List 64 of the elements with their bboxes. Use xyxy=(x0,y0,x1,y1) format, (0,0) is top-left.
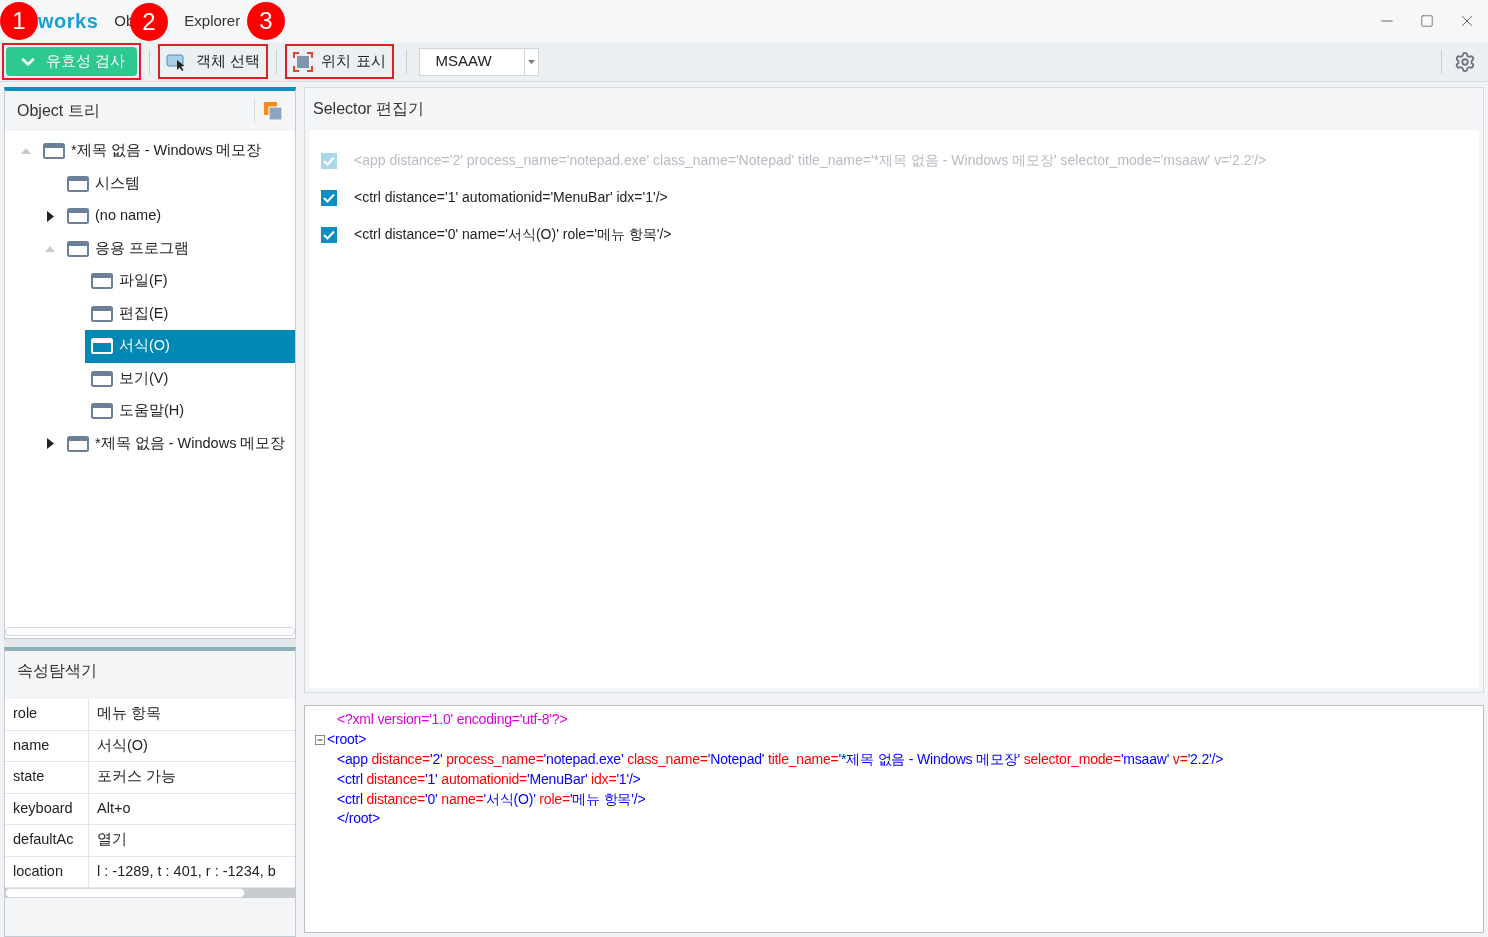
tree-item[interactable]: 편집(E) xyxy=(85,297,177,330)
selector-line: <ctrl distance='0' name='서식(O)' role='메뉴 항목'/> xyxy=(354,225,672,244)
app-logo: works xyxy=(38,9,99,34)
settings-icon[interactable] xyxy=(1454,50,1476,73)
xml-line: <root> xyxy=(327,730,367,750)
window-icon xyxy=(43,143,65,160)
scrollbar-thumb[interactable] xyxy=(5,888,245,898)
checkbox[interactable] xyxy=(321,189,337,206)
xml-line: <ctrl distance='0' name='서식(O)' role='메뉴 항목'/> xyxy=(337,789,646,809)
window-icon xyxy=(67,208,89,225)
window-icon xyxy=(91,273,113,290)
tree-item[interactable]: 도움말(H) xyxy=(85,395,193,428)
window-icon xyxy=(67,240,89,257)
collapse-box-icon[interactable] xyxy=(315,734,325,745)
panel-title: Object 트리 xyxy=(17,101,100,121)
maximize-icon[interactable] xyxy=(1420,14,1434,28)
highlight-box-icon xyxy=(293,51,314,72)
horizontal-scrollbar[interactable] xyxy=(5,627,295,636)
tree-item[interactable]: (no name) xyxy=(61,200,170,233)
tree-item[interactable]: *제목 없음 - Windows 메모장 xyxy=(61,427,294,460)
panel-title: Selector 편집기 xyxy=(313,99,425,119)
window-title: Explorer xyxy=(184,10,241,31)
window-icon xyxy=(67,175,89,192)
xml-line: <?xml version='1.0' encoding='utf-8'?> xyxy=(337,710,568,730)
selector-line: <ctrl distance='1' automationid='MenuBar' idx='1'/> xyxy=(354,188,668,207)
tree-item[interactable]: *제목 없음 - Windows 메모장 xyxy=(37,135,270,168)
property-name: keyboard xyxy=(5,793,89,824)
xml-line: <ctrl distance='1' automationid='MenuBar' idx='1'/> xyxy=(337,769,641,789)
locate-button[interactable]: 위치 표시 xyxy=(285,44,394,79)
collapse-arrow-icon[interactable] xyxy=(45,245,55,252)
caret-icon xyxy=(527,59,535,64)
mode-dropdown[interactable]: MSAAW xyxy=(418,47,539,76)
window-icon xyxy=(67,435,89,452)
tree-item[interactable]: 서식(O) xyxy=(85,330,295,363)
property-name: role xyxy=(5,699,89,730)
tree-item[interactable]: 시스템 xyxy=(61,167,148,200)
property-value: 열기 xyxy=(96,830,128,850)
xml-line: <app distance='2' process_name='notepad.exe' class_name='Notepad' title_name='*제목 없음 - Windows 메모장' selector_mode='msaaw' v='2.2'/> xyxy=(337,750,1224,769)
copy-icon[interactable] xyxy=(263,101,283,121)
property-name: name xyxy=(5,730,89,761)
property-name: state xyxy=(5,762,89,793)
tree-item[interactable]: 보기(V) xyxy=(85,362,177,395)
xml-line: </root> xyxy=(337,809,380,829)
tree-item[interactable]: 응용 프로그램 xyxy=(61,232,198,265)
window-icon xyxy=(91,338,113,355)
window-icon xyxy=(91,305,113,322)
tree-item[interactable]: 파일(F) xyxy=(85,265,176,298)
property-value: 포커스 가능 xyxy=(96,767,178,787)
property-value: 메뉴 항목 xyxy=(96,704,163,724)
checkbox[interactable] xyxy=(321,226,337,243)
collapse-arrow-icon[interactable] xyxy=(21,148,31,155)
expand-arrow-icon[interactable] xyxy=(46,210,54,222)
horizontal-scrollbar[interactable] xyxy=(5,888,295,898)
window-icon xyxy=(91,403,113,420)
panel-title: 속성탐색기 xyxy=(17,661,97,681)
property-value: 서식(O) xyxy=(96,735,149,755)
property-name: location xyxy=(5,856,89,887)
select-object-button[interactable]: 객체 선택 xyxy=(158,44,269,79)
property-name: defaultAc xyxy=(5,825,89,856)
selector-line: <app distance='2' process_name='notepad.exe' class_name='Notepad' title_name='*제목 없음 - Windows 메모장' selector_mode='msaaw' v='2.2'/> xyxy=(354,151,1267,170)
property-value: Alt+o xyxy=(96,798,132,818)
window-icon xyxy=(91,370,113,387)
property-value: l : -1289, t : 401, r : -1234, b xyxy=(96,861,277,881)
expand-arrow-icon[interactable] xyxy=(46,438,54,450)
